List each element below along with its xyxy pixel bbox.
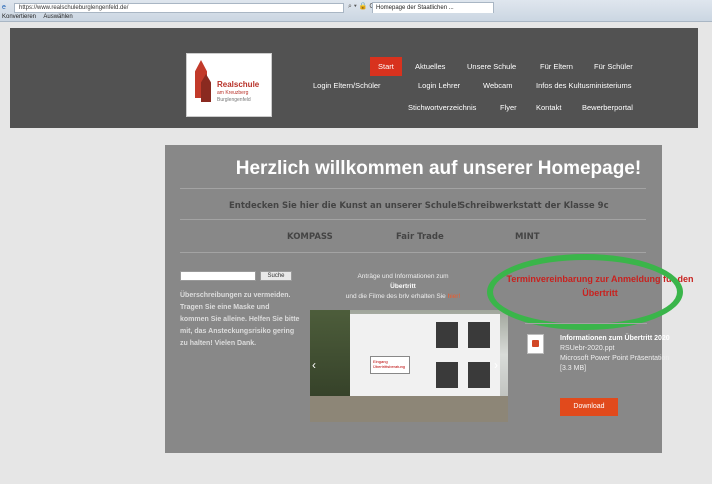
fav-convert[interactable]: Konvertieren [2,14,36,20]
photo-window [436,362,458,388]
uebertritt-line-3: und die Filme des brlv erhalten Sie hier… [345,293,461,300]
uebertritt-info: Anträge und Informationen zum Übertritt … [308,272,498,302]
welcome-heading: Herzlich willkommen auf unserer Homepage… [235,158,642,179]
powerpoint-icon [527,334,544,354]
photo-ground [310,396,508,422]
site-header [10,28,698,128]
link-kunst[interactable]: Entdecken Sie hier die Kunst an unserer … [229,201,461,211]
nav-stichwortverzeichnis[interactable]: Stichwortverzeichnis [408,103,476,112]
photo-window [436,322,458,348]
search-input[interactable] [180,271,256,281]
logo-line-1: Realschule [217,80,260,89]
file-title: Informationen zum Übertritt 2020 [560,335,670,342]
search-button[interactable]: Suche [260,271,292,281]
photo-window [468,322,490,348]
logo-line-2: am Kreuzberg [217,90,249,96]
nav-kultusministerium[interactable]: Infos des Kultusministeriums [536,81,631,90]
address-bar-buttons[interactable]: ⌕ ▾ 🔒 C [348,2,374,11]
nav-webcam[interactable]: Webcam [483,81,512,90]
nav-login-lehrer[interactable]: Login Lehrer [418,81,460,90]
file-type: Microsoft Power Point Präsentation [3.3 … [560,355,670,372]
link-fair-trade[interactable]: Fair Trade [396,232,444,242]
link-schreibwerkstatt[interactable]: Schreibwerkstatt der Klasse 9c [459,201,609,211]
favorites-bar: Konvertieren Auswählen [0,13,400,22]
browser-toolbar: e https://www.realschuleburglengenfeld.d… [0,0,712,22]
divider [525,323,647,324]
nav-fuer-eltern[interactable]: Für Eltern [540,62,573,71]
slider-prev-icon[interactable]: ‹ [312,358,316,372]
logo-line-3: Burglengenfeld [217,97,251,103]
uebertritt-line-1: Anträge und Informationen zum [357,273,449,280]
link-kompass[interactable]: KOMPASS [287,232,333,242]
address-bar[interactable]: https://www.realschuleburglengenfeld.de/ [14,3,344,13]
nav-aktuelles[interactable]: Aktuelles [415,62,445,71]
school-photo[interactable]: Eingang Übertrittsberatung ‹ › [310,310,508,422]
ie-icon: e [2,4,6,11]
corona-notice: Überschreibungen zu vermeiden. Tragen Si… [180,292,300,347]
link-mint[interactable]: MINT [515,232,540,242]
nav-login-eltern[interactable]: Login Eltern/Schüler [313,81,381,90]
nav-bewerberportal[interactable]: Bewerberportal [582,103,633,112]
nav-flyer[interactable]: Flyer [500,103,517,112]
nav-kontakt[interactable]: Kontakt [536,103,561,112]
highlight-circle [487,254,683,330]
file-info: Informationen zum Übertritt 2020 RSUebr-… [560,334,670,374]
nav-fuer-schueler[interactable]: Für Schüler [594,62,633,71]
nav-start[interactable]: Start [370,57,402,76]
divider [180,219,646,220]
slider-next-icon[interactable]: › [494,358,498,372]
download-button[interactable]: Download [560,398,618,416]
browser-tab[interactable]: Homepage der Staatlichen ... [372,2,494,13]
photo-window [468,362,490,388]
nav-unsere-schule[interactable]: Unsere Schule [467,62,516,71]
fav-select[interactable]: Auswählen [43,14,72,20]
divider [180,252,646,253]
link-hier[interactable]: hier! [448,293,461,300]
divider [180,188,646,189]
uebertritt-line-2: Übertritt [390,283,416,290]
school-logo[interactable]: Realschule am Kreuzberg Burglengenfeld [186,53,272,117]
file-name: RSUebr-2020.ppt [560,345,615,352]
photo-sign: Eingang Übertrittsberatung [370,356,410,374]
